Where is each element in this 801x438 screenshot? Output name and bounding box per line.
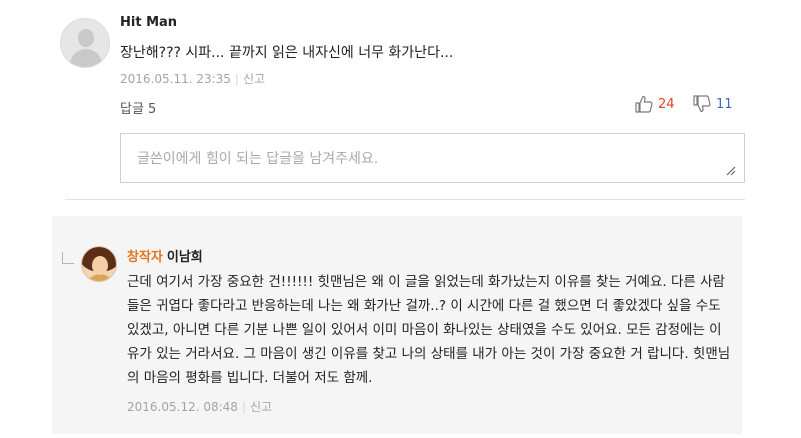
meta-separator: |	[234, 72, 239, 86]
thumbs-up-icon	[635, 95, 653, 113]
comment-date: 2016.05.11. 23:35	[120, 72, 231, 86]
default-user-icon[interactable]	[60, 18, 110, 68]
like-count: 24	[658, 96, 675, 112]
reply-author[interactable]: 창작자 이남희	[127, 246, 203, 265]
dislike-count: 11	[716, 96, 733, 112]
author-avatar-icon[interactable]	[81, 246, 117, 282]
reply-author-name[interactable]: 이남희	[167, 250, 203, 265]
reply-date: 2016.05.12. 08:48	[127, 400, 238, 414]
comment-text: 장난해??? 시파... 끝까지 읽은 내자신에 너무 화가난다...	[120, 45, 454, 61]
divider	[65, 199, 745, 200]
meta-separator: |	[241, 400, 246, 414]
comment-item: Hit Man 장난해??? 시파... 끝까지 읽은 내자신에 너무 화가난다…	[0, 0, 801, 215]
report-button[interactable]: 신고	[243, 72, 265, 86]
reply-report-button[interactable]: 신고	[250, 400, 272, 414]
comment-meta: 2016.05.11. 23:35 | 신고	[120, 70, 265, 87]
resize-grip-icon[interactable]	[724, 164, 736, 176]
reply-meta: 2016.05.12. 08:48 | 신고	[127, 398, 272, 415]
creator-badge: 창작자	[127, 250, 163, 265]
reply-arrow-icon	[62, 252, 74, 264]
reply-count-button[interactable]: 답글 5	[120, 98, 156, 117]
dislike-button[interactable]: 11	[692, 94, 733, 114]
reply-text: 근데 여기서 가장 중요한 건!!!!!! 힛맨님은 왜 이 글을 읽었는데 화…	[127, 274, 731, 386]
comment-author[interactable]: Hit Man	[120, 15, 177, 30]
like-button[interactable]: 24	[634, 94, 675, 114]
thumbs-down-icon	[693, 95, 711, 113]
reply-input[interactable]	[120, 133, 745, 183]
